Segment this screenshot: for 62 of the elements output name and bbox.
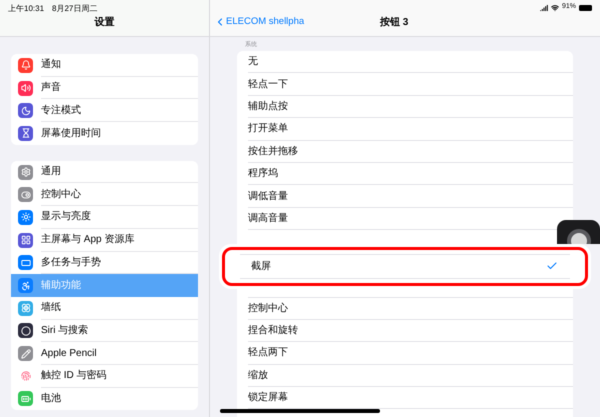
sidebar-item[interactable]: 通用 — [11, 160, 198, 184]
option-label: 无 — [248, 55, 259, 70]
sidebar-label: Siri 与搜索 — [41, 324, 88, 338]
sidebar-label: 声音 — [41, 80, 61, 96]
option-row[interactable]: 无 — [248, 51, 573, 74]
back-button[interactable]: ELECOM shellpha — [210, 14, 304, 30]
sidebar-label: 显示与亮度 — [41, 210, 91, 224]
battery-icon — [579, 4, 592, 10]
option-row[interactable]: 程序坞 — [248, 162, 573, 186]
option-label: 锁定屏幕 — [248, 390, 289, 406]
option-label: 缩放 — [248, 368, 269, 383]
option-row[interactable]: 缩放 — [248, 364, 573, 388]
sidebar-label: 屏幕使用时间 — [41, 126, 101, 141]
sidebar-item[interactable]: 主屏幕与 App 资源库 — [11, 228, 198, 252]
sidebar-item[interactable]: Apple Pencil — [11, 342, 198, 365]
option-label: 程序坞 — [248, 166, 279, 182]
sidebar-label: 通用 — [41, 164, 61, 180]
signal-icon — [540, 4, 548, 12]
option-label: 辅助点按 — [248, 100, 289, 114]
option-row[interactable]: 捏合和旋转 — [248, 320, 573, 342]
option-row[interactable]: 控制中心 — [248, 298, 573, 320]
sidebar-item[interactable]: 专注模式 — [11, 99, 198, 122]
sidebar-label: 通知 — [41, 58, 61, 72]
option-label: 轻点两下 — [248, 346, 289, 360]
sidebar-label: 多任务与手势 — [41, 256, 101, 270]
sidebar-label: 墙纸 — [41, 300, 61, 316]
sidebar-item[interactable]: 通知 — [11, 54, 198, 77]
option-label: 调低音量 — [248, 190, 289, 204]
sidebar-item[interactable]: Siri 与搜索 — [11, 320, 198, 342]
page-title: 按钮 3 — [380, 16, 408, 30]
option-row[interactable]: 轻点一下 — [248, 73, 573, 96]
sidebar-item[interactable]: 触控 ID 与密码 — [11, 364, 198, 388]
option-row[interactable]: 打开菜单 — [248, 118, 573, 141]
sidebar-label: 专注模式 — [41, 104, 81, 118]
wifi-icon — [550, 4, 559, 12]
sidebar-item[interactable]: 控制中心 — [11, 183, 198, 206]
option-label: 控制中心 — [248, 302, 289, 316]
option-row[interactable]: 调低音量 — [248, 185, 573, 208]
sidebar-label: 辅助功能 — [41, 278, 81, 294]
option-row[interactable]: 辅助点按 — [248, 96, 573, 118]
sidebar-item[interactable]: 屏幕使用时间 — [11, 122, 198, 145]
sidebar-item[interactable]: 显示与亮度 — [11, 206, 198, 229]
sidebar-label: 主屏幕与 App 资源库 — [41, 232, 134, 248]
option-label: 轻点一下 — [248, 78, 289, 92]
assistive-touch-button[interactable] — [557, 220, 600, 244]
sidebar-label: 触控 ID 与密码 — [41, 368, 107, 384]
sidebar-label: 控制中心 — [41, 188, 81, 202]
sidebar-label: 电池 — [41, 392, 61, 406]
sidebar-title: 设置 — [94, 16, 114, 30]
option-label: 按住并拖移 — [248, 144, 299, 159]
option-row[interactable]: 轻点两下 — [248, 342, 573, 365]
sidebar-label: Apple Pencil — [41, 346, 97, 361]
status-date: 8月27日周二 — [52, 3, 98, 15]
status-time: 上午10:31 — [8, 3, 44, 15]
option-label: 打开菜单 — [248, 122, 289, 136]
sidebar-item[interactable]: 电池 — [11, 388, 198, 410]
sidebar-item[interactable]: 声音 — [11, 76, 198, 100]
option-label: 截屏 — [251, 260, 272, 274]
sidebar-item[interactable]: 墙纸 — [11, 296, 198, 320]
option-row[interactable]: 按住并拖移 — [248, 140, 573, 163]
option-label: 调高音量 — [248, 212, 289, 226]
option-label: 捏合和旋转 — [248, 324, 299, 338]
